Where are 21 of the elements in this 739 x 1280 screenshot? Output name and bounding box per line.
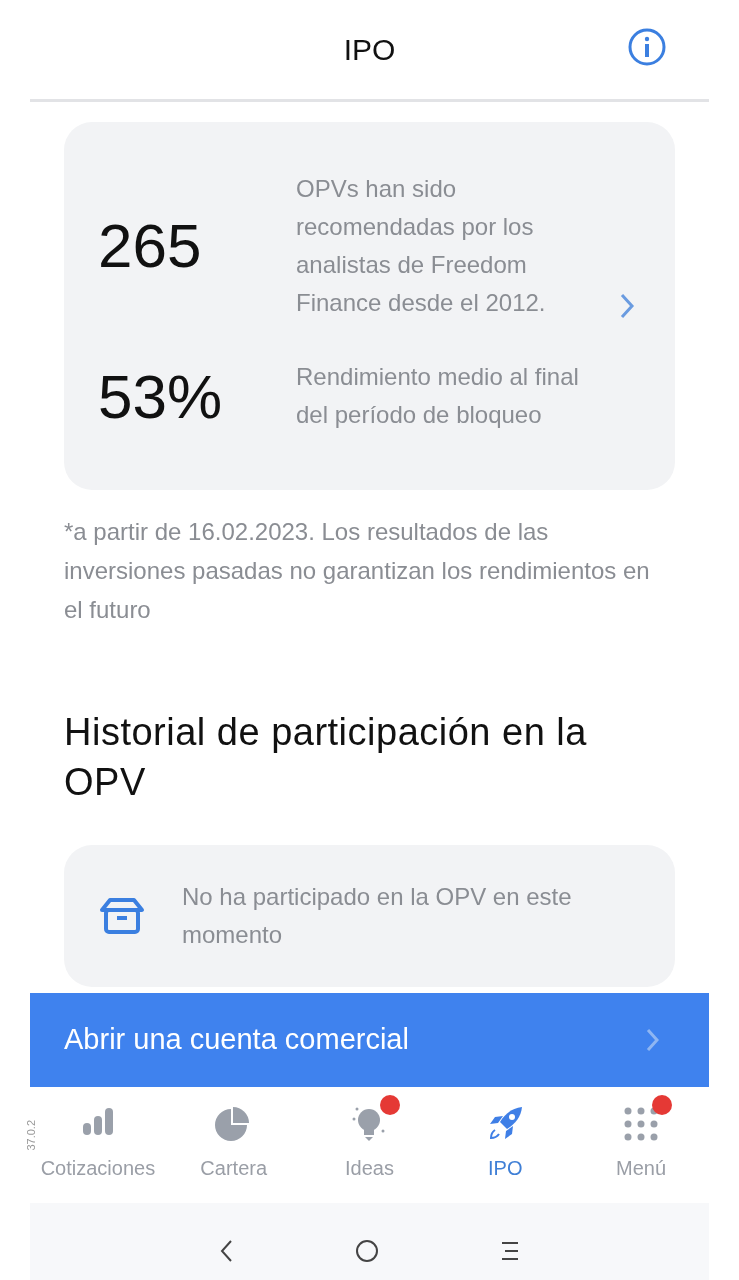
chevron-right-icon [645, 1027, 659, 1053]
stats-card[interactable]: 265 OPVs han sido recomendadas por los analistas de Freedom Finance desde el 2012. 53% Rendimiento medio al final del período de bloqueo [64, 122, 675, 490]
chevron-right-icon[interactable] [619, 292, 635, 320]
empty-message: No ha participado en la OPV en este momento [182, 882, 573, 950]
open-account-button[interactable]: Abrir una cuenta comercial [30, 993, 709, 1087]
home-icon[interactable] [354, 1239, 379, 1263]
box-icon [98, 896, 146, 936]
nav-tab[interactable]: Menú [573, 1087, 709, 1203]
version-label: 37.0.2 [24, 1119, 39, 1151]
nav-tab[interactable]: IPO [437, 1087, 574, 1203]
info-icon[interactable] [627, 27, 667, 67]
nav-tab[interactable]: Ideas [301, 1087, 438, 1203]
back-icon[interactable] [218, 1239, 235, 1263]
nav-tab[interactable]: Cartera [165, 1087, 302, 1203]
screen-title: IPO [343, 32, 396, 68]
stat-value: 53% [98, 360, 224, 433]
disclaimer-text: *a partir de 16.02.2023. Los resultados de las inversiones pasadas no garantizan los rendimientos en el futuro [64, 517, 651, 625]
section-heading: Historial de participación en la OPV [64, 710, 588, 805]
stat-value: 265 [98, 210, 203, 282]
stat-description: OPVs han sido recomendadas por los analistas de Freedom Finance desde el 2012. [296, 173, 547, 318]
stat-description: Rendimiento medio al final del período de bloqueo [296, 362, 580, 430]
